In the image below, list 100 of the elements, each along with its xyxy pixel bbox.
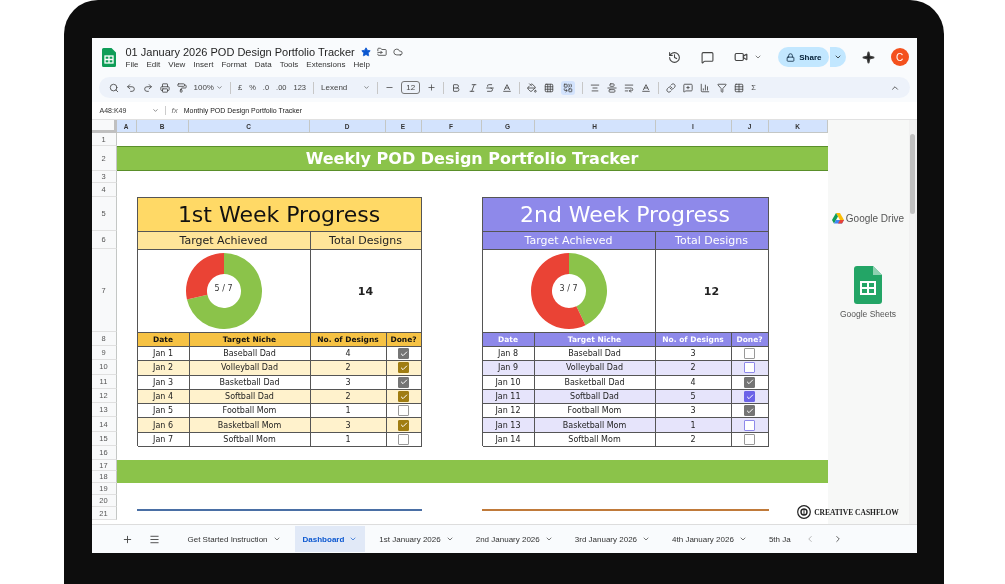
table-cell: Baseball Dad	[189, 347, 311, 362]
redo-icon[interactable]	[142, 82, 153, 93]
table-cell: 3	[655, 404, 732, 419]
checkbox[interactable]	[398, 433, 409, 445]
checkbox[interactable]	[398, 362, 409, 374]
menu-item[interactable]: Format	[221, 59, 247, 69]
checkbox[interactable]	[398, 376, 409, 388]
folder-icon[interactable]	[376, 46, 387, 57]
checkbox[interactable]	[398, 419, 409, 431]
drive-logo-icon	[831, 213, 844, 224]
font-size-field[interactable]: 12	[401, 81, 421, 94]
all-sheets-icon[interactable]	[148, 533, 160, 545]
sheet-tab[interactable]: 5th Ja	[760, 526, 799, 552]
star-icon[interactable]	[360, 46, 371, 57]
font-select[interactable]: Lexend	[321, 83, 371, 92]
print-icon[interactable]	[159, 82, 170, 93]
menu-item[interactable]: Insert	[193, 59, 214, 69]
align-center-icon[interactable]	[590, 82, 601, 93]
share-button[interactable]: Share	[778, 47, 829, 67]
sparkle-icon[interactable]	[861, 50, 875, 64]
plus-icon[interactable]	[427, 83, 437, 92]
vertical-align-icon[interactable]	[607, 82, 618, 93]
checkbox[interactable]	[744, 391, 755, 403]
paint-roller-icon[interactable]	[176, 82, 187, 93]
menu-item[interactable]: Help	[353, 59, 370, 69]
text-rotation-icon[interactable]	[641, 82, 652, 93]
caret-icon	[544, 535, 553, 543]
link-icon[interactable]	[666, 82, 677, 93]
caret-icon	[363, 84, 371, 91]
donut-label: 5 / 7	[213, 284, 234, 293]
fill-color-icon[interactable]	[527, 82, 538, 93]
sheet-tab[interactable]: 3rd January 2026	[566, 526, 659, 552]
checkbox[interactable]	[744, 348, 755, 360]
borders-icon[interactable]	[544, 82, 555, 93]
table-cell: 2	[310, 361, 387, 376]
add-comment-icon[interactable]	[683, 82, 694, 93]
table-cell: Jan 1	[137, 347, 190, 362]
caret-icon	[738, 535, 747, 543]
checkbox[interactable]	[398, 391, 409, 403]
search-icon[interactable]	[108, 82, 119, 93]
table-cell: 3	[655, 347, 732, 362]
brand-logo-icon	[797, 505, 812, 519]
document-title[interactable]: 01 January 2026 POD Design Portfolio Tracker	[125, 45, 355, 58]
table-icon[interactable]	[734, 82, 745, 93]
undo-icon[interactable]	[125, 82, 136, 93]
history-icon[interactable]	[668, 50, 682, 64]
select-all-corner[interactable]	[91, 120, 117, 133]
comment-icon[interactable]	[701, 50, 715, 64]
caret-icon[interactable]	[754, 53, 763, 61]
banner-title: Weekly POD Design Portfolio Tracker	[116, 146, 828, 171]
video-icon[interactable]	[734, 50, 749, 64]
chart-icon[interactable]	[700, 82, 711, 93]
table-cell: Jan 8	[482, 347, 535, 362]
add-sheet-icon[interactable]	[121, 533, 133, 545]
cloud-icon[interactable]	[392, 46, 403, 57]
table-cell: Volleyball Dad	[534, 361, 656, 376]
menu-item[interactable]: Tools	[279, 59, 299, 69]
logo-text: Google Drive	[845, 213, 905, 224]
checkbox[interactable]	[744, 419, 755, 431]
merge-cells-icon[interactable]	[561, 80, 576, 95]
checkbox[interactable]	[744, 376, 755, 388]
sheet-tab[interactable]: Get Started Instruction	[179, 526, 289, 552]
week-title: 1st Week Progress	[137, 198, 422, 232]
text-color-icon[interactable]	[502, 82, 513, 93]
strikethrough-icon[interactable]	[485, 82, 496, 93]
sheet-tab[interactable]: 2nd January 2026	[467, 526, 561, 552]
table-cell: Football Mom	[534, 404, 656, 419]
sheets-file-icon	[854, 266, 882, 304]
bold-icon[interactable]	[451, 82, 462, 93]
checkbox[interactable]	[398, 405, 409, 417]
wrap-text-icon[interactable]	[624, 82, 635, 93]
scrollbar-thumb[interactable]	[910, 134, 915, 214]
caret-icon[interactable]	[151, 107, 159, 114]
checkbox[interactable]	[744, 362, 755, 374]
sheet-tab[interactable]: 1st January 2026	[371, 526, 462, 552]
checkbox[interactable]	[398, 348, 409, 360]
italic-icon[interactable]	[468, 82, 479, 93]
lock-icon	[786, 52, 796, 62]
column-heading: Target Achieved	[137, 232, 311, 250]
table-cell: Jan 2	[137, 361, 190, 376]
filter-icon[interactable]	[717, 82, 728, 93]
sheet-tab[interactable]: Dashboard	[294, 526, 366, 552]
checkbox[interactable]	[744, 433, 755, 445]
table-cell: 1	[310, 404, 387, 419]
week-title: 2nd Week Progress	[482, 198, 769, 232]
total-value: 12	[655, 250, 769, 333]
menu-item[interactable]: Data	[254, 59, 272, 69]
checkbox[interactable]	[744, 405, 755, 417]
menu-item[interactable]: Extensions	[306, 59, 346, 69]
caret-icon	[642, 535, 651, 543]
menu-item[interactable]: File	[125, 59, 139, 69]
table-cell: Basketball Mom	[189, 418, 311, 433]
caret-icon	[272, 535, 281, 543]
zoom-select[interactable]: 100%	[193, 83, 223, 92]
sheets-logo-icon[interactable]	[101, 47, 116, 67]
sheet-tab[interactable]: 4th January 2026	[664, 526, 755, 552]
column-heading: Target Achieved	[482, 232, 656, 250]
caret-icon	[833, 53, 842, 61]
menu-item[interactable]: Edit	[146, 59, 161, 69]
menu-item[interactable]: View	[168, 59, 186, 69]
